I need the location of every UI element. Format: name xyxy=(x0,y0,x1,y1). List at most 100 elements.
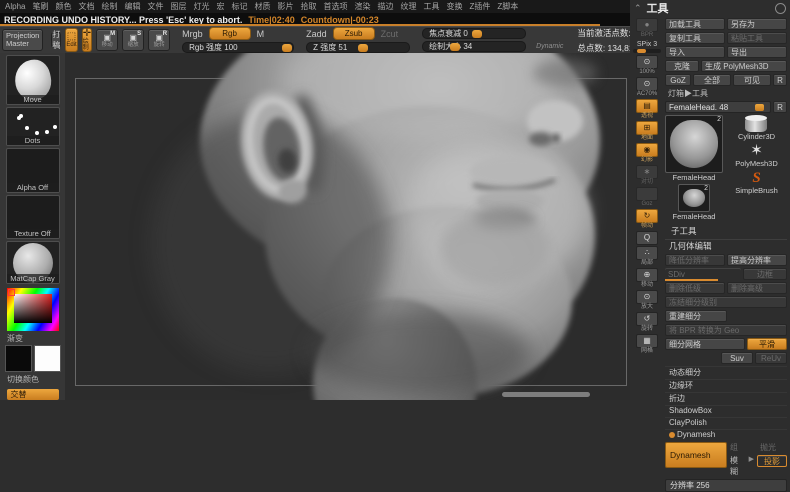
menu-item[interactable]: 图层 xyxy=(170,1,186,12)
menu-item[interactable]: 渲染 xyxy=(354,1,370,12)
menu-item[interactable]: 首选项 xyxy=(323,1,347,12)
shelf-button[interactable]: ▤ 透视 xyxy=(634,99,660,120)
groups-toggle[interactable]: 组 xyxy=(730,442,757,453)
transform-mode-button[interactable]: M ▣ 移动 xyxy=(96,29,118,51)
shelf-button[interactable]: ⊙ 放大 xyxy=(634,290,660,311)
freeze-subdivision-button[interactable]: 冻结细分级别 xyxy=(665,296,787,308)
alt-color-button[interactable]: 交替 xyxy=(7,389,59,400)
collapse-chevron-icon[interactable]: ⌃ xyxy=(634,3,642,14)
save-as-button[interactable]: 另存为 xyxy=(727,18,787,30)
cage-button[interactable]: 边框 xyxy=(743,268,787,280)
sculpt-canvas[interactable] xyxy=(65,53,630,400)
slider-handle[interactable] xyxy=(472,30,482,38)
slider-handle[interactable] xyxy=(282,44,292,52)
transform-mode-button[interactable]: S ▣ 缩放 xyxy=(122,29,144,51)
del-lower-button[interactable]: 删除低级 xyxy=(665,282,725,294)
projection-master-button[interactable]: Projection Master xyxy=(2,29,43,51)
shelf-button[interactable]: Goz xyxy=(634,187,660,208)
tool-thumb-cylinder3d[interactable]: Cylinder3D xyxy=(738,115,775,141)
m-toggle[interactable]: M xyxy=(257,29,265,39)
tool-thumb-polymesh3d[interactable]: ✶ PolyMesh3D xyxy=(735,143,778,168)
shelf-button[interactable]: ↻ 帧动 xyxy=(634,209,660,230)
color-picker[interactable] xyxy=(7,288,59,331)
sculpt-model[interactable] xyxy=(65,53,630,400)
slider-handle[interactable] xyxy=(358,44,368,52)
collapsed-section-header[interactable]: Dynamesh xyxy=(665,429,787,439)
goz-visible-button[interactable]: 可见 xyxy=(733,74,771,86)
del-higher-button[interactable]: 删除高级 xyxy=(727,282,787,294)
menu-item[interactable]: 纹理 xyxy=(400,1,416,12)
menu-item[interactable]: Z插件 xyxy=(469,1,490,12)
switch-color-label[interactable]: 切换颜色 xyxy=(7,374,39,385)
goz-r-button[interactable]: R xyxy=(773,74,787,86)
spix-slider[interactable]: SPix 3 xyxy=(633,41,661,53)
lightbox-tool-link[interactable]: 灯箱▶工具 xyxy=(665,88,787,99)
sdiv-slider[interactable]: SDiv xyxy=(665,268,741,280)
palette-menu-icon[interactable] xyxy=(775,3,786,14)
shelf-button[interactable]: ∴ 局部 xyxy=(634,246,660,267)
export-button[interactable]: 导出 xyxy=(727,46,787,58)
rgb-intensity-slider[interactable]: Rgb 强度 100 xyxy=(182,42,294,53)
slider-handle[interactable] xyxy=(755,104,764,111)
draw-mode-button[interactable]: ✛ 绘制 xyxy=(82,28,92,52)
shelf-button[interactable]: ∗ 对切 xyxy=(634,165,660,186)
smooth-toggle[interactable]: 平滑 xyxy=(747,338,787,350)
menu-item[interactable]: 宏 xyxy=(216,1,224,12)
menu-item[interactable]: 文件 xyxy=(147,1,163,12)
shelf-button[interactable]: ⊕ 移动 xyxy=(634,268,660,289)
draw-size-slider[interactable]: 绘制大小 34 xyxy=(422,41,526,52)
collapsed-section-header[interactable]: 动态细分 xyxy=(665,366,787,377)
menu-item[interactable]: 材质 xyxy=(254,1,270,12)
blur-slider[interactable]: 模糊 xyxy=(730,455,746,477)
draft-button[interactable]: 打稿 xyxy=(51,32,61,48)
collapsed-section-header[interactable]: 折边 xyxy=(665,392,787,403)
menu-item[interactable]: Alpha xyxy=(5,2,25,11)
reconstruct-subdiv-button[interactable]: 重建细分 xyxy=(665,310,727,322)
shelf-button[interactable]: ⊞ 地面 xyxy=(634,121,660,142)
tool-thumb-simplebrush[interactable]: S SimpleBrush xyxy=(735,170,778,195)
convert-bpr-to-geo-button[interactable]: 将 BPR 转换为 Geo xyxy=(665,324,787,336)
edit-mode-button[interactable]: ⬚ Edit xyxy=(65,28,77,52)
shelf-button[interactable]: ⊙ 100% xyxy=(634,55,660,76)
paste-tool-button[interactable]: 粘贴工具 xyxy=(727,32,787,44)
menu-item[interactable]: 变换 xyxy=(446,1,462,12)
current-alpha-selector[interactable]: Alpha Off xyxy=(6,148,60,193)
dynamesh-button[interactable]: Dynamesh xyxy=(665,442,727,468)
tool-thumb-femalehead-large[interactable]: 2 FemaleHead xyxy=(665,115,723,182)
z-intensity-slider[interactable]: Z 强度 51 xyxy=(306,42,410,53)
bpr-button[interactable]: ● BPR xyxy=(634,18,660,39)
suv-toggle[interactable]: Suv xyxy=(721,352,753,364)
goz-button[interactable]: GoZ xyxy=(665,74,691,86)
copy-tool-button[interactable]: 复制工具 xyxy=(665,32,725,44)
zadd-toggle[interactable]: Zadd xyxy=(306,29,327,39)
menu-item[interactable]: Z脚本 xyxy=(497,1,518,12)
transform-mode-button[interactable]: R ▣ 旋转 xyxy=(148,29,170,51)
menu-item[interactable]: 工具 xyxy=(423,1,439,12)
current-material-selector[interactable]: MatCap Gray xyxy=(6,241,60,284)
reuv-toggle[interactable]: ReUv xyxy=(755,352,787,364)
main-color-swatch[interactable] xyxy=(5,345,32,372)
tool-palette-header[interactable]: ⌃ 工具 xyxy=(630,0,790,16)
menu-item[interactable]: 绘制 xyxy=(101,1,117,12)
collapsed-section-header[interactable]: ShadowBox xyxy=(665,405,787,415)
collapsed-section-header[interactable]: ClayPolish xyxy=(665,417,787,427)
higher-res-button[interactable]: 提高分辨率 xyxy=(727,254,787,266)
clone-button[interactable]: 克隆 xyxy=(665,60,699,72)
current-texture-selector[interactable]: Texture Off xyxy=(6,195,60,240)
lower-res-button[interactable]: 降低分辨率 xyxy=(665,254,725,266)
menu-item[interactable]: 颜色 xyxy=(55,1,71,12)
dynamic-label[interactable]: Dynamic xyxy=(536,43,563,50)
shelf-button[interactable]: ⊙ AC70% xyxy=(634,77,660,98)
menu-item[interactable]: 描边 xyxy=(377,1,393,12)
current-brush-selector[interactable]: Move xyxy=(6,55,60,105)
menu-item[interactable]: 灯光 xyxy=(193,1,209,12)
slider-handle[interactable] xyxy=(450,43,460,51)
shelf-button[interactable]: Q xyxy=(634,231,660,245)
menu-item[interactable]: 笔刷 xyxy=(32,1,48,12)
shelf-button[interactable]: ◉ 幻影 xyxy=(634,143,660,164)
current-stroke-selector[interactable]: Dots xyxy=(6,107,60,147)
collapsed-section-header[interactable]: 边缘环 xyxy=(665,379,787,390)
tool-r-button[interactable]: R xyxy=(773,101,787,113)
load-tool-button[interactable]: 加载工具 xyxy=(665,18,725,30)
mrgb-toggle[interactable]: Mrgb xyxy=(182,29,203,39)
